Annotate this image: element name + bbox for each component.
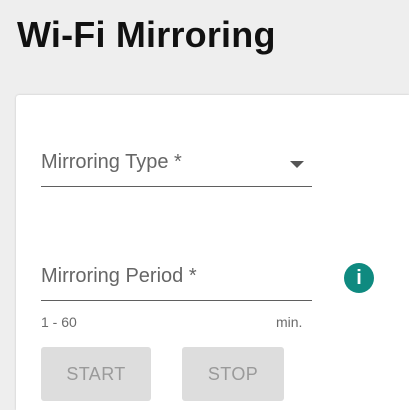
page-title: Wi-Fi Mirroring xyxy=(17,14,276,55)
mirroring-period-unit: min. xyxy=(276,314,303,330)
wifi-mirroring-card: Mirroring Type * Mirroring Period * i 1 … xyxy=(16,95,409,410)
mirroring-period-range-hint: 1 - 60 xyxy=(41,314,77,330)
mirroring-type-label: Mirroring Type * xyxy=(41,151,182,173)
mirroring-period-input[interactable]: Mirroring Period * xyxy=(41,259,312,301)
chevron-down-icon[interactable] xyxy=(290,161,304,168)
info-icon[interactable]: i xyxy=(344,263,374,293)
start-button[interactable]: START xyxy=(41,347,151,401)
mirroring-type-select[interactable]: Mirroring Type * xyxy=(41,145,312,187)
mirroring-period-label: Mirroring Period * xyxy=(41,265,197,287)
stop-button[interactable]: STOP xyxy=(182,347,284,401)
